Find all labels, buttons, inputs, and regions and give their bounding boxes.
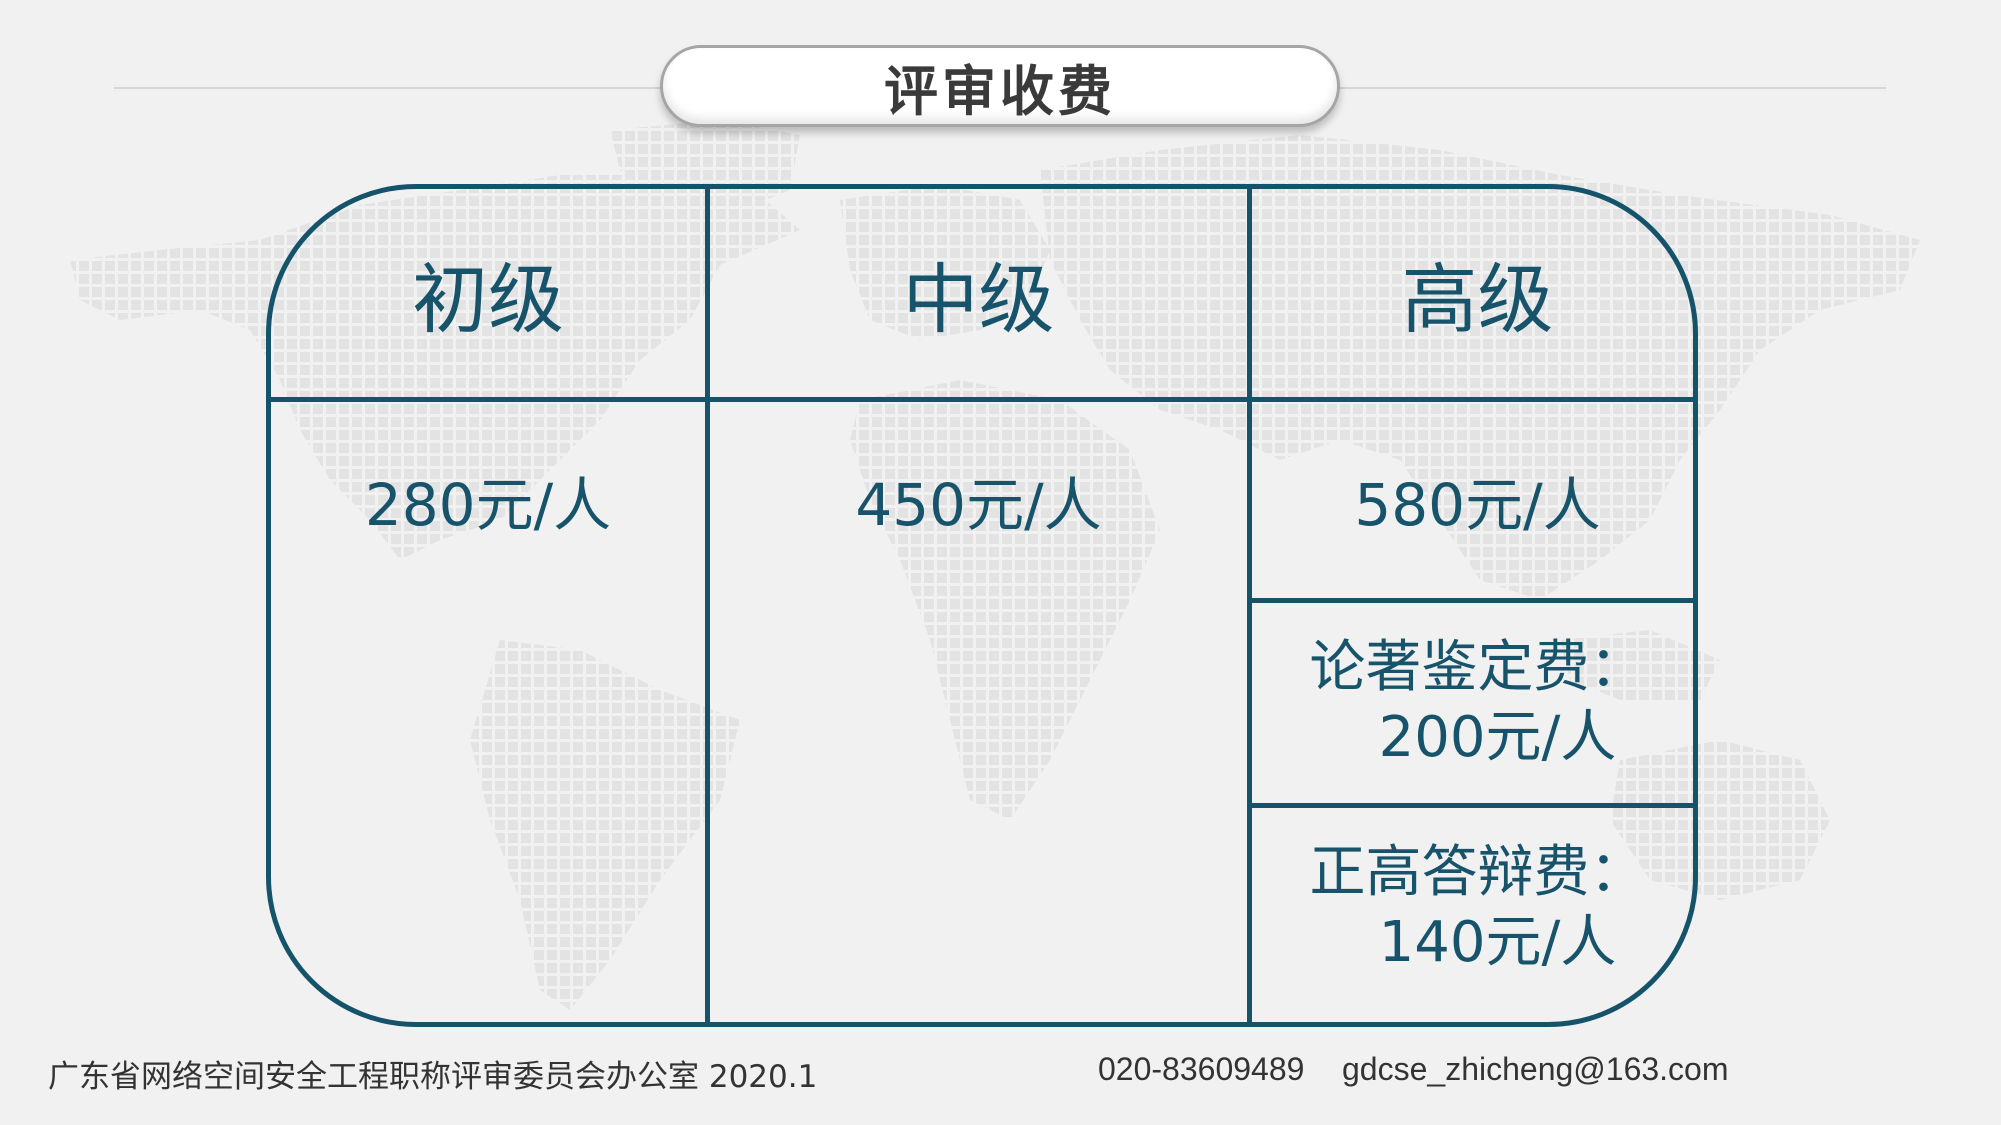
defense-fee-label: 正高答辩费： xyxy=(1309,840,1646,905)
fee-table: 初级 中级 高级 280元/人 450元/人 580元/人 论著鉴定费： 200… xyxy=(266,184,1698,1027)
header-junior: 初级 xyxy=(412,255,564,344)
title-banner: 评审收费 xyxy=(660,45,1340,127)
price-intermediate: 450元/人 xyxy=(855,471,1102,539)
footer-organization: 广东省网络空间安全工程职称评审委员会办公室 2020.1 xyxy=(48,1059,818,1095)
defense-fee-value: 140元/人 xyxy=(1378,910,1617,975)
thesis-fee-cell: 论著鉴定费： 200元/人 xyxy=(1252,603,1693,803)
price-junior: 280元/人 xyxy=(364,471,612,539)
header-senior: 高级 xyxy=(1401,255,1554,344)
title-rule-left xyxy=(114,87,660,89)
footer-email: gdcse_zhicheng@163.com xyxy=(1342,1051,1729,1087)
thesis-fee-label: 论著鉴定费： xyxy=(1309,635,1646,700)
title-rule-right xyxy=(1340,87,1886,89)
price-senior: 580元/人 xyxy=(1354,471,1601,539)
footer-phone: 020-83609489 xyxy=(1098,1051,1305,1087)
thesis-fee-value: 200元/人 xyxy=(1378,705,1617,770)
defense-fee-cell: 正高答辩费： 140元/人 xyxy=(1252,808,1693,1008)
header-intermediate: 中级 xyxy=(902,255,1055,344)
page-title: 评审收费 xyxy=(884,59,1116,123)
